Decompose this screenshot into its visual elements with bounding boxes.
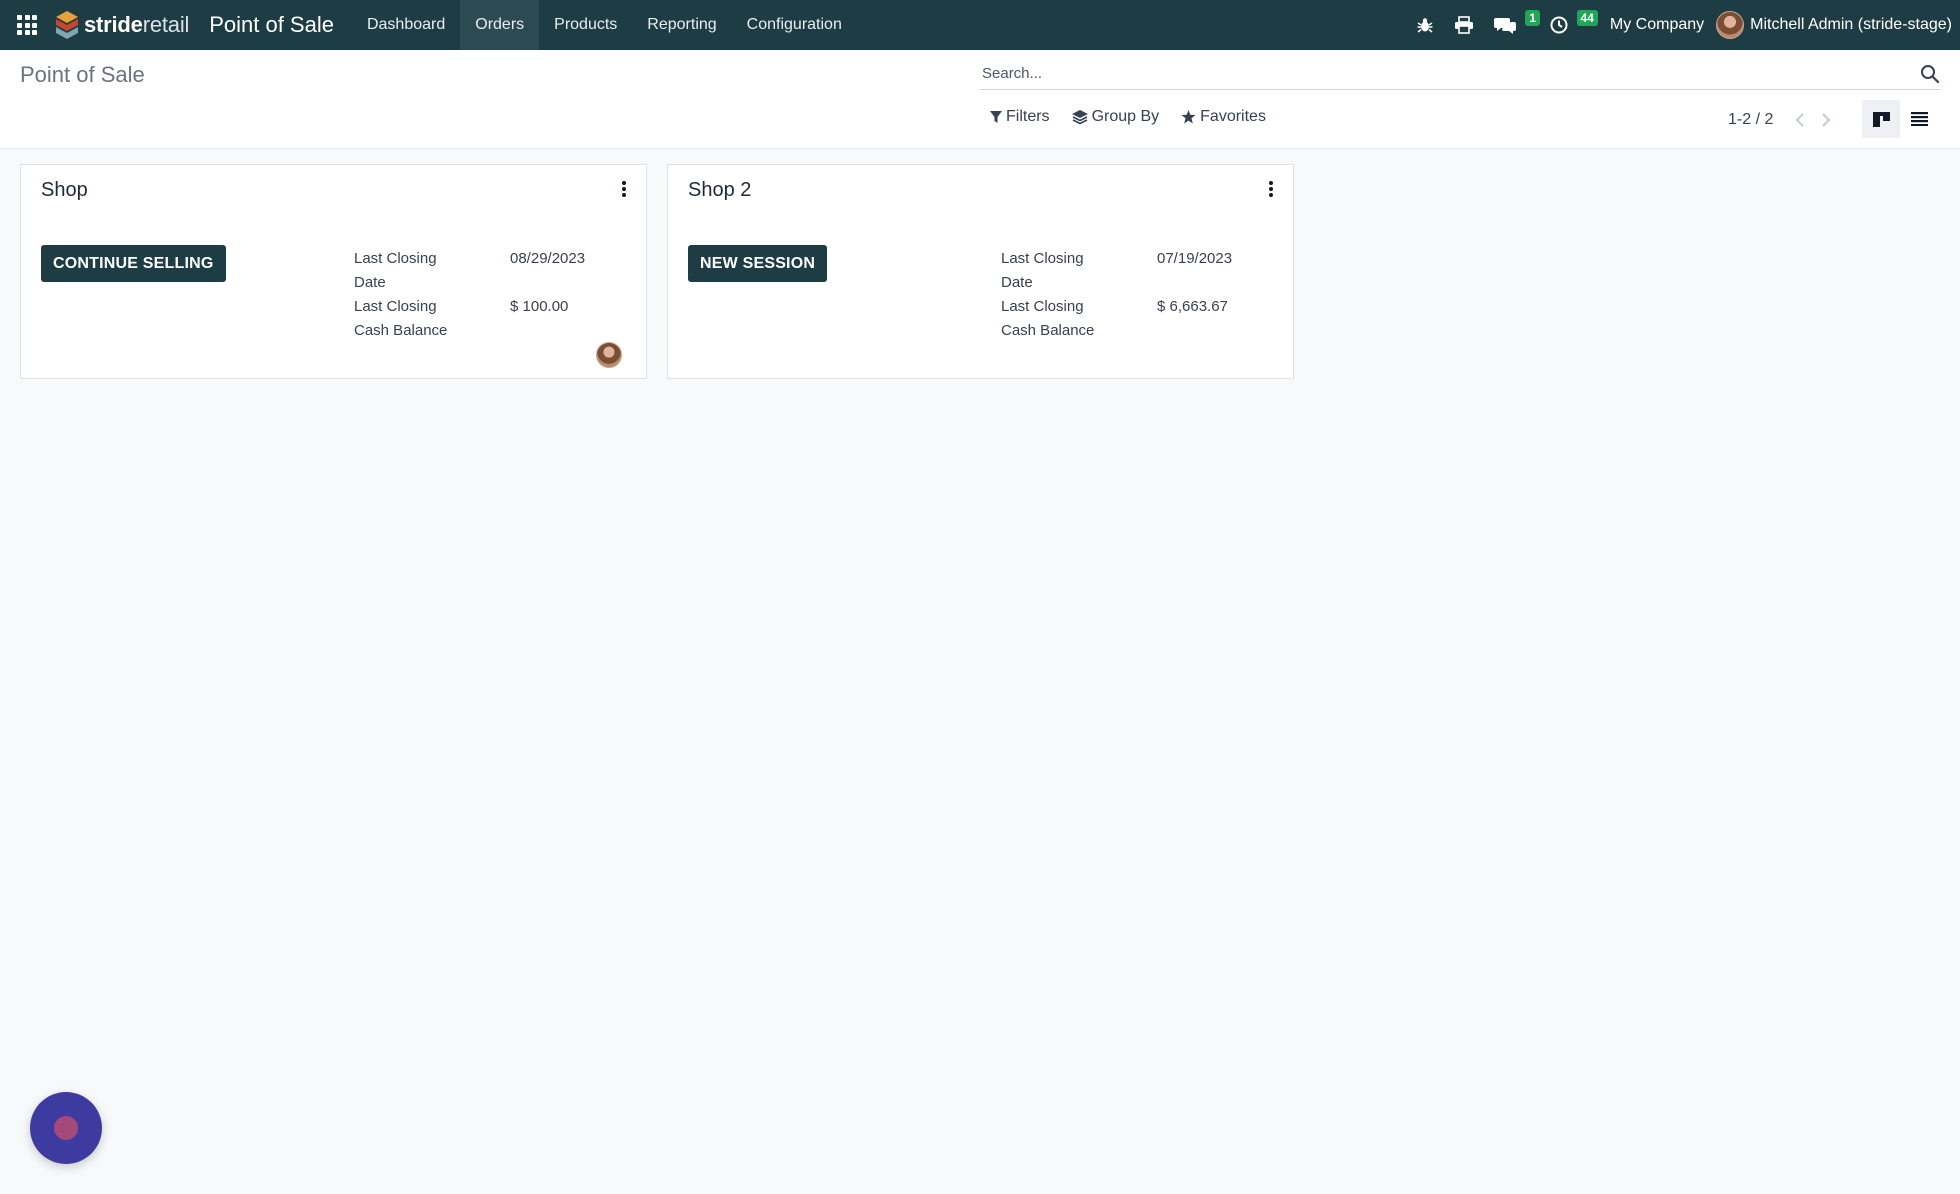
chat-widget-icon [54, 1116, 78, 1140]
pos-card-shop-2[interactable]: Shop 2 NEW SESSION Last Closing Date 07/… [667, 164, 1294, 379]
clock-icon [1550, 16, 1568, 34]
cash-balance-value: $ 100.00 [510, 298, 569, 315]
pager-next-button[interactable] [1813, 108, 1839, 132]
kanban-view: Shop CONTINUE SELLING Last Closing Date … [20, 164, 1294, 379]
closing-date-value: 08/29/2023 [510, 250, 586, 267]
menu-item-reporting[interactable]: Reporting [632, 0, 731, 50]
kanban-view-button[interactable] [1862, 100, 1900, 138]
activities-button[interactable]: 44 [1540, 0, 1598, 50]
filter-icon [990, 110, 1002, 123]
pager: 1-2 / 2 [1728, 108, 1839, 132]
brand-logo[interactable]: strideretail [54, 0, 189, 50]
app-title[interactable]: Point of Sale [209, 12, 334, 38]
card-dropdown-button[interactable] [616, 179, 632, 199]
list-view-icon [1910, 112, 1928, 126]
closing-date-row: Last Closing Date 07/19/2023 [1001, 247, 1271, 295]
company-switcher[interactable]: My Company [1598, 16, 1716, 34]
search-input[interactable] [980, 65, 1920, 82]
cash-balance-label: Last Closing Cash Balance [354, 298, 448, 339]
menu-item-orders[interactable]: Orders [460, 0, 540, 50]
activities-badge: 44 [1576, 10, 1598, 26]
layers-icon [1071, 109, 1088, 124]
closing-date-label: Last Closing Date [354, 250, 437, 291]
cash-balance-label: Last Closing Cash Balance [1001, 298, 1095, 339]
chat-icon [1493, 18, 1516, 34]
pos-card-shop[interactable]: Shop CONTINUE SELLING Last Closing Date … [20, 164, 647, 379]
closing-date-label: Last Closing Date [1001, 250, 1084, 291]
dots-vertical-icon [1269, 181, 1273, 185]
filters-label: Filters [1006, 108, 1050, 125]
systray: 1 44 My Company Mitchell Admin (stride-s… [1406, 0, 1960, 50]
search-icon[interactable] [1920, 64, 1940, 84]
chat-widget-button[interactable] [30, 1092, 102, 1164]
menu-item-configuration[interactable]: Configuration [732, 0, 857, 50]
avatar [596, 342, 622, 368]
menu-item-products[interactable]: Products [539, 0, 632, 50]
breadcrumb: Point of Sale [20, 62, 145, 87]
apps-grid-icon [17, 15, 37, 35]
dots-vertical-icon [622, 181, 626, 185]
list-view-button[interactable] [1900, 100, 1938, 138]
new-session-button[interactable]: NEW SESSION [688, 245, 828, 282]
user-menu[interactable]: Mitchell Admin (stride-stage) [1716, 11, 1952, 39]
printer-icon [1454, 16, 1473, 34]
cash-balance-row: Last Closing Cash Balance $ 6,663.67 [1001, 295, 1271, 343]
avatar [1716, 11, 1745, 39]
messages-button[interactable]: 1 [1484, 0, 1540, 50]
card-dropdown-button[interactable] [1263, 179, 1279, 199]
main-menu: Dashboard Orders Products Reporting Conf… [352, 0, 857, 50]
stride-logo-icon [56, 11, 78, 39]
group-by-button[interactable]: Group By [1071, 108, 1160, 126]
filters-button[interactable]: Filters [990, 108, 1050, 126]
group-by-label: Group By [1091, 108, 1160, 125]
search-bar [980, 58, 1940, 90]
messages-badge: 1 [1525, 10, 1540, 26]
kanban-view-icon [1872, 111, 1890, 127]
brand-wordmark: strideretail [84, 12, 190, 37]
user-name: Mitchell Admin (stride-stage) [1750, 16, 1952, 33]
print-button[interactable] [1444, 0, 1484, 50]
card-title: Shop [41, 179, 88, 201]
search-options: Filters Group By Favorites [990, 108, 1266, 126]
bug-icon [1417, 18, 1433, 33]
favorites-label: Favorites [1200, 108, 1266, 125]
closing-date-row: Last Closing Date 08/29/2023 [354, 247, 624, 295]
chevron-left-icon [1795, 113, 1805, 127]
top-navbar: strideretail Point of Sale Dashboard Ord… [0, 0, 1960, 50]
apps-menu-button[interactable] [0, 0, 54, 50]
closing-date-value: 07/19/2023 [1157, 250, 1233, 267]
pager-previous-button[interactable] [1787, 108, 1813, 132]
card-info: Last Closing Date 08/29/2023 Last Closin… [354, 247, 624, 343]
chevron-right-icon [1822, 113, 1831, 127]
cash-balance-row: Last Closing Cash Balance $ 100.00 [354, 295, 624, 343]
view-switcher [1862, 100, 1938, 138]
card-title: Shop 2 [688, 179, 752, 201]
menu-item-dashboard[interactable]: Dashboard [352, 0, 460, 50]
pager-value[interactable]: 1-2 / 2 [1728, 111, 1773, 129]
continue-selling-button[interactable]: CONTINUE SELLING [41, 245, 226, 282]
card-info: Last Closing Date 07/19/2023 Last Closin… [1001, 247, 1271, 343]
cash-balance-value: $ 6,663.67 [1157, 298, 1228, 315]
control-panel: Point of Sale Filters Group By Favorite [0, 50, 1960, 149]
star-icon [1181, 110, 1196, 124]
favorites-button[interactable]: Favorites [1181, 108, 1266, 126]
debug-button[interactable] [1406, 0, 1444, 50]
